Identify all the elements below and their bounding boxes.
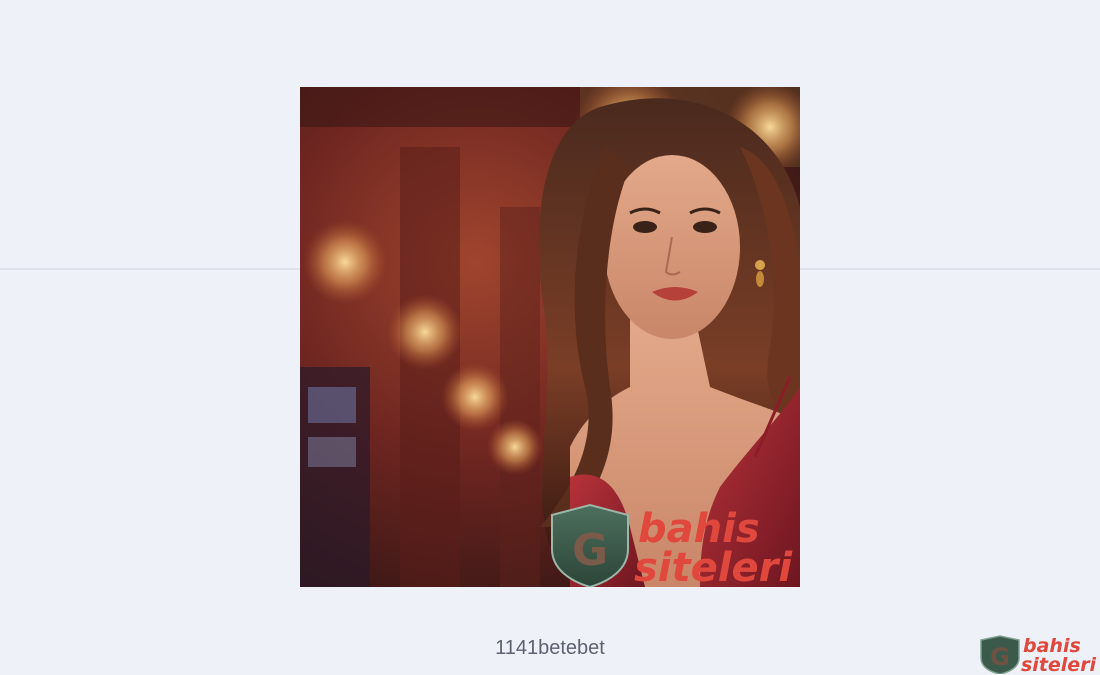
hero-image: G bahis siteleri [300,87,800,587]
page: G bahis siteleri 1141betebet G bahis sit… [0,0,1100,675]
image-caption: 1141betebet [495,637,605,659]
hero-shield-letter: G [572,525,608,576]
hero-brand-logo: G bahis siteleri [551,503,793,587]
hero-illustration: G bahis siteleri [300,87,800,587]
corner-shield-letter: G [990,643,1010,671]
corner-brand-logo[interactable]: G bahis siteleri [978,634,1098,674]
corner-logo-line2: siteleri [1021,654,1097,674]
hero-brand-line2: siteleri [634,545,793,587]
corner-logo-graphic: G bahis siteleri [980,635,1097,674]
